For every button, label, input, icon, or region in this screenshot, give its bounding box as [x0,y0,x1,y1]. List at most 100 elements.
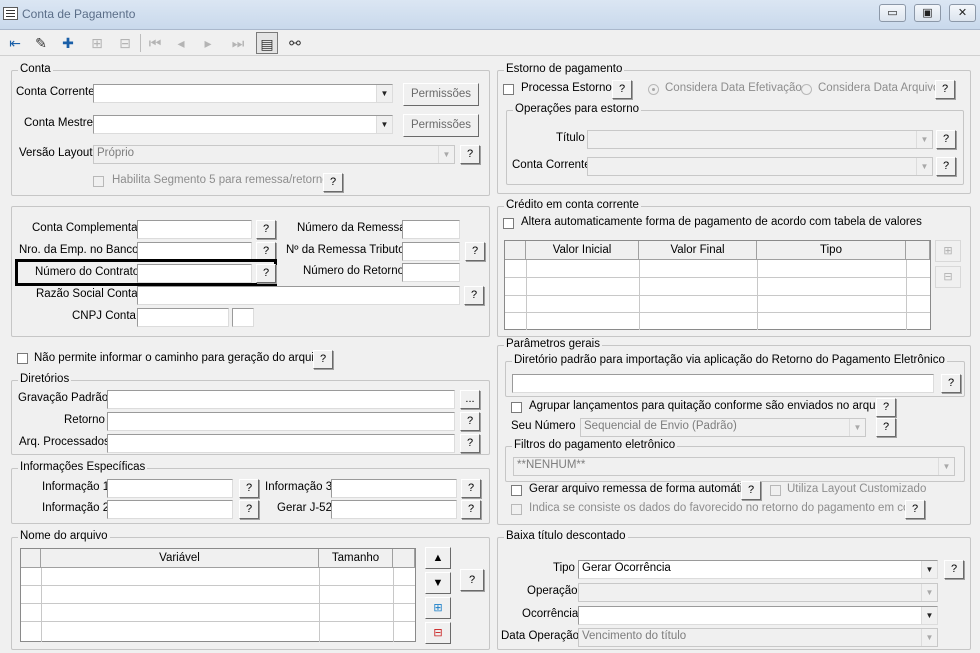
conta-complementar-input[interactable] [137,220,252,239]
help-button[interactable]: ? [876,418,896,437]
altera-checkbox[interactable] [503,218,514,229]
retorno-input[interactable] [107,412,455,431]
col-tamanho-header[interactable]: Tamanho [319,549,393,568]
cnpj-input[interactable] [137,308,229,327]
exit-icon[interactable]: ⇤ [4,32,26,54]
chevron-down-icon[interactable]: ▼ [376,85,392,102]
help-button[interactable]: ? [464,286,484,305]
move-up-button[interactable]: ▲ [425,547,451,569]
col-tipo-header[interactable]: Tipo [757,241,906,260]
filtros-combo[interactable]: **NENHUM** ▼ [513,457,955,476]
info3-input[interactable] [331,479,457,498]
browse-button[interactable]: ... [460,390,480,409]
seu-numero-combo[interactable]: Sequencial de Envio (Padrão) ▼ [580,418,866,437]
chevron-down-icon[interactable]: ▼ [921,584,937,601]
first-record-icon[interactable]: ⏮ [144,32,166,54]
conta-corrente-combo[interactable]: ▼ [93,84,393,103]
credito-grid[interactable]: Valor Inicial Valor Final Tipo [504,240,931,330]
utiliza-layout-checkbox[interactable] [770,485,781,496]
insert-row-icon[interactable]: ⊞ [86,32,108,54]
help-button[interactable]: ? [935,80,955,99]
help-button[interactable]: ? [461,479,481,498]
previous-record-icon[interactable]: ◂ [170,32,192,54]
chevron-down-icon[interactable]: ▼ [921,607,937,624]
nome-arquivo-grid[interactable]: Variável Tamanho [20,548,416,642]
estorno-conta-corrente-combo[interactable]: ▼ [587,157,933,176]
col-valor-final-header[interactable]: Valor Final [639,241,757,260]
considera-efetivacao-radio[interactable] [648,84,659,95]
permissoes-button-2[interactable]: Permissões [403,114,479,137]
help-button[interactable]: ? [465,242,485,261]
numero-contrato-input[interactable] [137,264,252,283]
remessa-tributo-input[interactable] [402,242,460,261]
nao-permite-checkbox[interactable] [17,353,28,364]
help-button[interactable]: ? [460,434,480,453]
help-button[interactable]: ? [460,145,480,164]
help-button[interactable]: ? [944,560,964,579]
col-variavel-header[interactable]: Variável [41,549,319,568]
eraser-icon[interactable]: ✎ [30,32,52,54]
add-variable-icon[interactable]: ⊞ [425,597,451,619]
help-button[interactable]: ? [936,157,956,176]
razao-social-input[interactable] [137,286,460,305]
list-view-icon[interactable]: ▤ [256,32,278,54]
chevron-down-icon[interactable]: ▼ [916,158,932,175]
gerar-remessa-checkbox[interactable] [511,485,522,496]
help-button[interactable]: ? [905,500,925,519]
help-button[interactable]: ? [239,479,259,498]
last-record-icon[interactable]: ⏭ [227,32,249,54]
chevron-down-icon[interactable]: ▼ [438,146,454,163]
diretorio-padrao-input[interactable] [512,374,934,393]
agrupar-checkbox[interactable] [511,402,522,413]
numero-retorno-input[interactable] [402,263,460,282]
help-button[interactable]: ? [313,350,333,369]
cnpj-digit-input[interactable] [232,308,254,327]
info1-input[interactable] [107,479,233,498]
help-button[interactable]: ? [323,173,343,192]
minimize-button[interactable]: ▭ [879,4,906,22]
col-valor-inicial-header[interactable]: Valor Inicial [526,241,639,260]
help-button[interactable]: ? [239,500,259,519]
gravacao-input[interactable] [107,390,455,409]
habilita-checkbox[interactable] [93,176,104,187]
restore-button[interactable]: ▣ [914,4,941,22]
help-button[interactable]: ? [461,500,481,519]
close-button[interactable]: ✕ [949,4,976,22]
remove-row-icon[interactable]: ⊟ [935,266,961,288]
chevron-down-icon[interactable]: ▼ [376,116,392,133]
chevron-down-icon[interactable]: ▼ [921,629,937,646]
versao-layout-combo[interactable]: Próprio ▼ [93,145,455,164]
processa-estorno-checkbox[interactable] [503,84,514,95]
add-record-icon[interactable]: ✚ [57,32,79,54]
remove-row-icon[interactable]: ⊟ [114,32,136,54]
help-button[interactable]: ? [256,220,276,239]
help-button[interactable]: ? [256,264,276,283]
remove-variable-icon[interactable]: ⊟ [425,622,451,644]
help-button[interactable]: ? [612,80,632,99]
operacao-combo[interactable]: ▼ [578,583,938,602]
chevron-down-icon[interactable]: ▼ [938,458,954,475]
add-row-icon[interactable]: ⊞ [935,240,961,262]
binoculars-icon[interactable]: ⚯ [284,32,306,54]
help-button[interactable]: ? [741,481,761,500]
considera-arquivo-radio[interactable] [801,84,812,95]
help-button[interactable]: ? [876,398,896,417]
chevron-down-icon[interactable]: ▼ [916,131,932,148]
move-down-button[interactable]: ▼ [425,572,451,594]
indica-checkbox[interactable] [511,504,522,515]
help-button[interactable]: ? [460,412,480,431]
permissoes-button-1[interactable]: Permissões [403,83,479,106]
next-record-icon[interactable]: ▸ [197,32,219,54]
ocorrencia-combo[interactable]: ▼ [578,606,938,625]
arq-processados-input[interactable] [107,434,455,453]
chevron-down-icon[interactable]: ▼ [849,419,865,436]
gerar-j52-input[interactable] [331,500,457,519]
tipo-combo[interactable]: Gerar Ocorrência ▼ [578,560,938,579]
help-button[interactable]: ? [941,374,961,393]
numero-remessa-input[interactable] [402,220,460,239]
help-button[interactable]: ? [936,130,956,149]
chevron-down-icon[interactable]: ▼ [921,561,937,578]
conta-mestre-combo[interactable]: ▼ [93,115,393,134]
info2-input[interactable] [107,500,233,519]
data-operacao-combo[interactable]: Vencimento do título ▼ [578,628,938,647]
